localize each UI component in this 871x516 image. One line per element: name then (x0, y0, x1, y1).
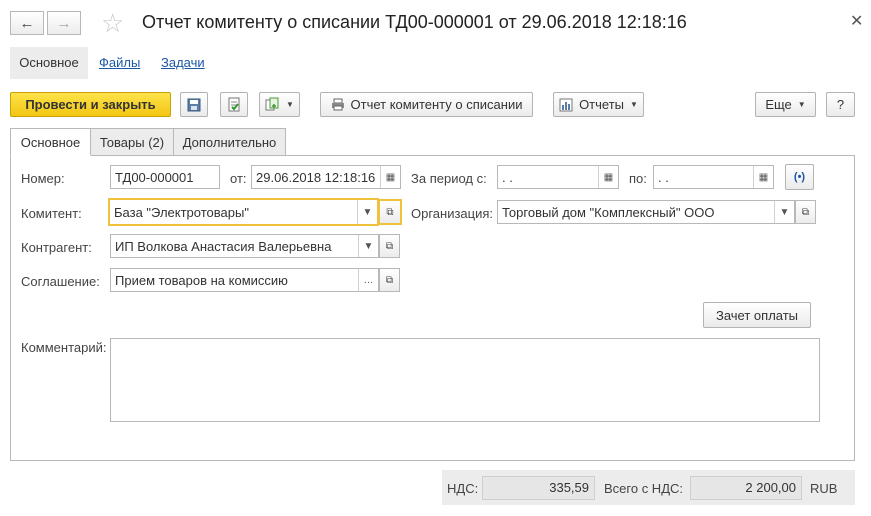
arrow-left-icon: ← (19, 14, 35, 32)
organization-field[interactable]: Торговый дом "Комплексный" ООО ▼ (497, 200, 795, 224)
vat-label: НДС: (447, 481, 479, 496)
period-to-field[interactable]: . . ▦ (653, 165, 774, 189)
vat-value: 335,59 (482, 476, 595, 500)
period-to-value: . . (658, 169, 669, 185)
consignor-open-button[interactable]: ⧉ (379, 199, 402, 225)
open-window-icon: ⧉ (385, 274, 394, 286)
save-button[interactable] (180, 92, 208, 117)
payment-offset-label: Зачет оплаты (715, 307, 799, 323)
calendar-icon[interactable]: ▦ (598, 166, 618, 188)
more-menu-button[interactable]: Еще ▼ (755, 92, 816, 117)
period-from-field[interactable]: . . ▦ (497, 165, 619, 189)
forward-button[interactable]: → (47, 11, 81, 35)
create-based-on-icon (265, 97, 280, 112)
chevron-down-icon: ▼ (797, 100, 806, 109)
agreement-value: Прием товаров на комиссию (115, 272, 288, 288)
post-and-close-label: Провести и закрыть (25, 97, 156, 112)
open-window-icon: ⧉ (385, 240, 394, 252)
period-to-label: по: (629, 171, 647, 186)
agreement-open-button[interactable]: ⧉ (379, 268, 400, 292)
open-window-icon: ⧉ (801, 206, 810, 218)
date-value: 29.06.2018 12:18:16 (256, 169, 376, 185)
counterparty-open-button[interactable]: ⧉ (379, 234, 400, 258)
create-based-on-button[interactable]: ▼ (259, 92, 300, 117)
date-label: от: (230, 171, 247, 186)
number-label: Номер: (21, 171, 65, 186)
reports-icon (559, 98, 573, 112)
consignor-label: Комитент: (21, 206, 82, 221)
post-document-icon (227, 97, 241, 112)
favorite-star-icon[interactable]: ☆ (101, 9, 124, 37)
period-select-icon: (•) (793, 171, 806, 183)
ellipsis-icon[interactable]: … (358, 269, 378, 291)
reports-menu-button[interactable]: Отчеты ▼ (553, 92, 644, 117)
section-tab-main[interactable]: Основное (10, 47, 88, 79)
period-select-button[interactable]: (•) (785, 164, 814, 190)
comment-textarea[interactable] (110, 338, 820, 422)
consignor-value: База "Электротовары" (114, 204, 249, 220)
consignor-field[interactable]: База "Электротовары" ▼ (108, 198, 379, 226)
chevron-down-icon[interactable]: ▼ (358, 235, 378, 257)
agreement-field[interactable]: Прием товаров на комиссию … (110, 268, 379, 292)
section-tab-files[interactable]: Файлы (99, 47, 140, 79)
report-to-consignor-button[interactable]: Отчет комитенту о списании (320, 92, 533, 117)
chevron-down-icon: ▼ (630, 100, 638, 109)
organization-open-button[interactable]: ⧉ (795, 200, 816, 224)
currency-label: RUB (810, 481, 838, 496)
total-label: Всего с НДС: (604, 481, 684, 496)
total-value: 2 200,00 (690, 476, 802, 500)
save-icon (187, 98, 201, 112)
back-button[interactable]: ← (10, 11, 44, 35)
chevron-down-icon[interactable]: ▼ (774, 201, 794, 223)
organization-label: Организация: (411, 206, 494, 221)
period-from-label: За период с: (411, 171, 487, 186)
counterparty-label: Контрагент: (21, 240, 92, 255)
help-label: ? (836, 97, 845, 112)
report-to-consignor-label: Отчет комитенту о списании (350, 97, 523, 112)
organization-value: Торговый дом "Комплексный" ООО (502, 204, 715, 220)
chevron-down-icon: ▼ (286, 100, 294, 109)
tab-main[interactable]: Основное (10, 128, 91, 156)
date-field[interactable]: 29.06.2018 12:18:16 ▦ (251, 165, 401, 189)
help-button[interactable]: ? (826, 92, 855, 117)
period-from-value: . . (502, 169, 513, 185)
window-title: Отчет комитенту о списании ТД00-000001 о… (142, 12, 687, 32)
calendar-icon[interactable]: ▦ (380, 166, 400, 188)
number-value: ТД00-000001 (115, 169, 194, 185)
payment-offset-button[interactable]: Зачет оплаты (703, 302, 811, 328)
print-icon (331, 98, 345, 111)
counterparty-field[interactable]: ИП Волкова Анастасия Валерьевна ▼ (110, 234, 379, 258)
number-field[interactable]: ТД00-000001 (110, 165, 220, 189)
comment-label: Комментарий: (21, 340, 107, 355)
arrow-right-icon: → (56, 14, 72, 32)
calendar-icon[interactable]: ▦ (753, 166, 773, 188)
agreement-label: Соглашение: (21, 274, 100, 289)
tab-additional[interactable]: Дополнительно (173, 128, 286, 156)
post-button[interactable] (220, 92, 248, 117)
reports-menu-label: Отчеты (579, 97, 624, 112)
close-icon[interactable]: ✕ (850, 11, 863, 31)
tab-goods[interactable]: Товары (2) (90, 128, 174, 156)
open-window-icon: ⧉ (386, 206, 394, 218)
more-menu-label: Еще (765, 97, 792, 112)
chevron-down-icon[interactable]: ▼ (357, 200, 377, 224)
counterparty-value: ИП Волкова Анастасия Валерьевна (115, 238, 332, 254)
post-and-close-button[interactable]: Провести и закрыть (10, 92, 171, 117)
section-tab-tasks[interactable]: Задачи (161, 47, 205, 79)
